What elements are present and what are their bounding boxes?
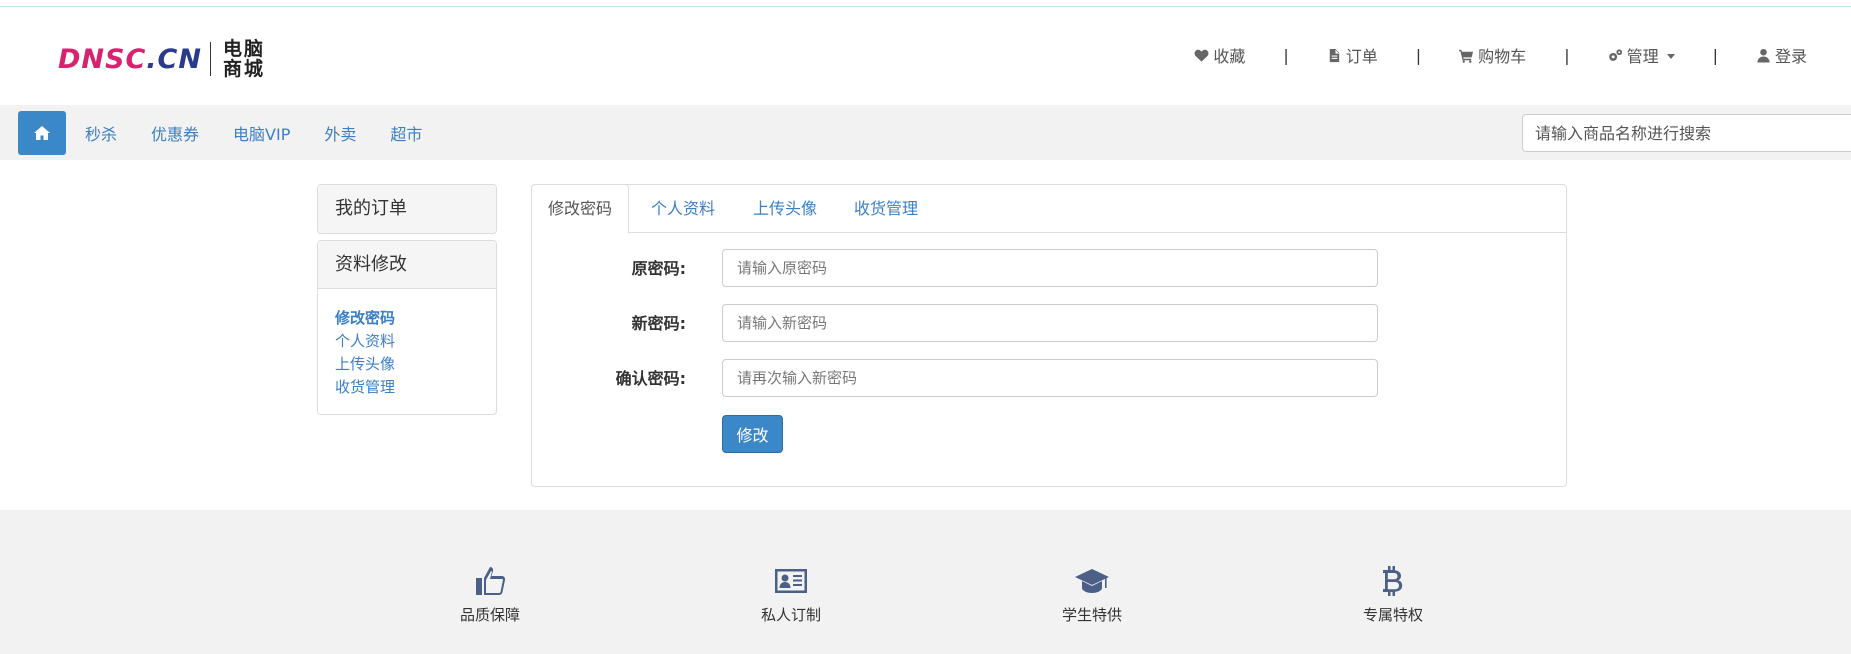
top-border-line: [0, 0, 1851, 7]
heart-icon: [1194, 49, 1209, 62]
orders-link[interactable]: 订单: [1327, 43, 1378, 67]
nav-separator: |: [1564, 45, 1570, 65]
site-logo[interactable]: DNSC.CN 电脑 商城: [58, 39, 265, 79]
sidebar-orders-panel: 我的订单: [317, 184, 497, 234]
manage-dropdown[interactable]: 管理: [1608, 43, 1675, 67]
home-icon: [34, 126, 50, 140]
submit-button[interactable]: 修改: [722, 415, 783, 453]
id-card-icon: [775, 569, 807, 593]
sidebar-link-avatar[interactable]: 上传头像: [335, 353, 479, 376]
sidebar-link-profile[interactable]: 个人资料: [335, 330, 479, 353]
login-link[interactable]: 登录: [1756, 43, 1807, 67]
new-password-label: 新密码:: [631, 314, 686, 333]
chevron-down-icon: [1666, 53, 1675, 59]
logo-subtitle: 电脑 商城: [222, 38, 265, 80]
feature-quality: 品质保障: [430, 564, 550, 625]
user-icon: [1757, 48, 1770, 63]
feature-custom: 私人订制: [731, 564, 851, 625]
cart-link[interactable]: 购物车: [1459, 43, 1526, 67]
graduation-cap-icon: [1075, 569, 1109, 593]
confirm-password-input[interactable]: [722, 359, 1378, 397]
new-password-row: 新密码:: [532, 304, 1566, 344]
home-button[interactable]: [18, 111, 66, 155]
thumbs-up-icon: [476, 567, 506, 595]
nav-separator: |: [1712, 45, 1718, 65]
sidebar-profile-title[interactable]: 资料修改: [318, 241, 496, 289]
nav-link-coupons[interactable]: 优惠券: [151, 121, 199, 145]
site-footer: 品质保障 私人订制 学生特供 专属特权: [0, 510, 1851, 654]
old-password-row: 原密码:: [532, 249, 1566, 289]
new-password-input[interactable]: [722, 304, 1378, 342]
confirm-password-label: 确认密码:: [615, 369, 686, 388]
old-password-label: 原密码:: [631, 259, 686, 278]
gears-icon: [1608, 48, 1622, 61]
nav-link-seckill[interactable]: 秒杀: [85, 121, 117, 145]
cart-icon: [1459, 49, 1474, 63]
confirm-password-row: 确认密码:: [532, 359, 1566, 399]
favorites-link[interactable]: 收藏: [1194, 43, 1245, 67]
nav-link-takeout[interactable]: 外卖: [324, 121, 356, 145]
tab-profile[interactable]: 个人资料: [651, 185, 715, 234]
logo-divider: [209, 42, 211, 76]
sidebar-link-change-password[interactable]: 修改密码: [335, 307, 479, 330]
search-input[interactable]: [1522, 114, 1851, 152]
account-main-panel: 修改密码 个人资料 上传头像 收货管理 原密码: 新密码: 确认密码: 修改: [531, 184, 1567, 487]
account-tabs: 修改密码 个人资料 上传头像 收货管理: [531, 184, 1566, 234]
tab-address[interactable]: 收货管理: [854, 185, 918, 234]
main-navbar: 秒杀 优惠券 电脑VIP 外卖 超市: [0, 105, 1851, 160]
feature-student: 学生特供: [1032, 564, 1152, 625]
sidebar-link-address[interactable]: 收货管理: [335, 376, 479, 399]
bitcoin-icon: [1383, 566, 1403, 596]
nav-separator: |: [1283, 45, 1289, 65]
category-links: 秒杀 优惠券 电脑VIP 外卖 超市: [85, 105, 456, 160]
sidebar-orders-title[interactable]: 我的订单: [318, 185, 496, 233]
tab-avatar[interactable]: 上传头像: [753, 185, 817, 234]
logo-wordmark: DNSC.CN: [58, 43, 202, 75]
feature-privilege: 专属特权: [1333, 564, 1453, 625]
tab-change-password[interactable]: 修改密码: [531, 184, 630, 234]
old-password-input[interactable]: [722, 249, 1378, 287]
sidebar-profile-panel: 资料修改 修改密码 个人资料 上传头像 收货管理: [317, 240, 497, 415]
nav-link-vip[interactable]: 电脑VIP: [233, 121, 290, 145]
top-nav: 收藏 | 订单 | 购物车 | 管理 | 登录: [1194, 43, 1807, 67]
document-icon: [1329, 48, 1339, 62]
sidebar-profile-links: 修改密码 个人资料 上传头像 收货管理: [318, 289, 496, 417]
site-header: DNSC.CN 电脑 商城 收藏 | 订单 | 购物车 | 管理 | 登录: [0, 7, 1851, 105]
nav-link-supermarket[interactable]: 超市: [390, 121, 422, 145]
nav-separator: |: [1415, 45, 1422, 65]
